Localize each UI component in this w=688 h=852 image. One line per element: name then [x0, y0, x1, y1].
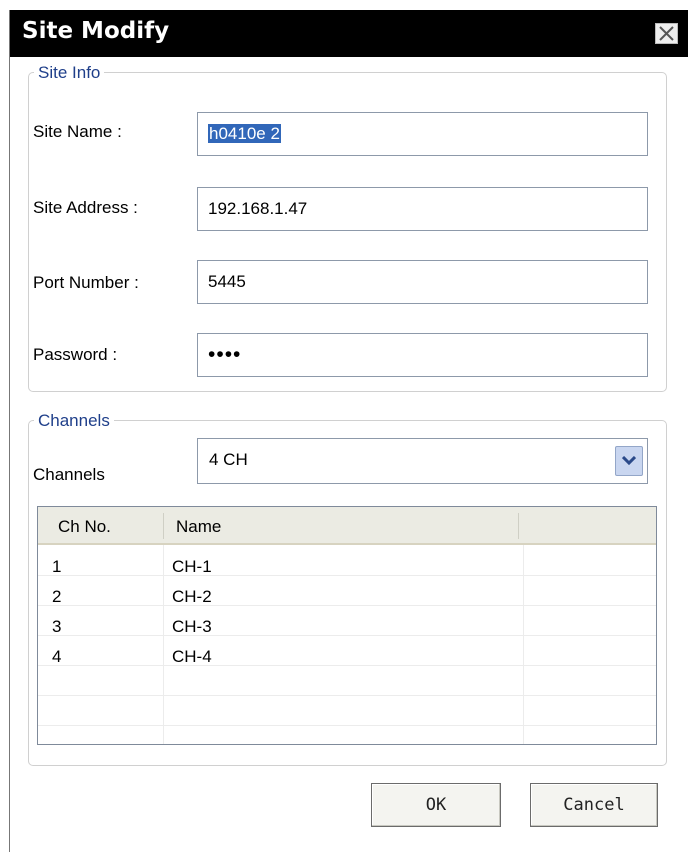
ch-no-cell: 2	[52, 587, 62, 606]
column-divider[interactable]	[518, 513, 519, 539]
table-row[interactable]: 1 CH-1	[38, 551, 656, 581]
site-address-label: Site Address :	[33, 198, 138, 217]
dropdown-arrow-button[interactable]	[615, 446, 643, 476]
password-label: Password :	[33, 345, 118, 364]
password-value: ••••	[208, 343, 242, 366]
channels-table: Ch No. Name 1 CH-1 2 CH-2 3 CH-3 4 CH-4	[37, 506, 657, 745]
column-header-name[interactable]: Name	[176, 517, 221, 537]
row-gridline	[38, 695, 656, 696]
ch-no-cell: 4	[52, 647, 62, 666]
site-name-label: Site Name :	[33, 122, 122, 141]
ch-name-cell: CH-4	[172, 647, 212, 666]
site-address-input[interactable]: 192.168.1.47	[197, 187, 648, 231]
column-header-ch-no[interactable]: Ch No.	[58, 517, 111, 537]
site-info-legend: Site Info	[38, 63, 101, 82]
ch-name-cell: CH-3	[172, 617, 212, 636]
title-bar: Site Modify	[10, 10, 688, 57]
table-row[interactable]: 2 CH-2	[38, 581, 656, 611]
port-number-input[interactable]: 5445	[197, 260, 648, 304]
channels-label: Channels	[33, 465, 105, 484]
site-name-value: h0410e 2	[208, 124, 281, 143]
ch-name-cell: CH-1	[172, 557, 212, 576]
dialog-title: Site Modify	[22, 18, 170, 44]
chevron-down-icon	[622, 456, 636, 466]
site-name-input[interactable]: h0410e 2	[197, 112, 648, 156]
ch-name-cell: CH-2	[172, 587, 212, 606]
table-header: Ch No. Name	[38, 507, 656, 545]
close-button[interactable]	[655, 23, 678, 44]
password-input[interactable]: ••••	[197, 333, 648, 377]
port-number-value: 5445	[208, 272, 246, 291]
ch-no-cell: 3	[52, 617, 62, 636]
channels-selected-value: 4 CH	[209, 450, 248, 469]
close-icon	[659, 26, 674, 41]
channels-dropdown[interactable]: 4 CH	[197, 438, 648, 484]
channels-legend: Channels	[38, 411, 110, 430]
row-gridline	[38, 725, 656, 726]
table-row[interactable]: 4 CH-4	[38, 641, 656, 671]
ch-no-cell: 1	[52, 557, 62, 576]
cancel-button[interactable]: Cancel	[530, 783, 658, 827]
table-row[interactable]: 3 CH-3	[38, 611, 656, 641]
site-address-value: 192.168.1.47	[208, 199, 308, 218]
port-number-label: Port Number :	[33, 273, 139, 292]
ok-button[interactable]: OK	[371, 783, 501, 827]
column-divider[interactable]	[163, 513, 164, 539]
